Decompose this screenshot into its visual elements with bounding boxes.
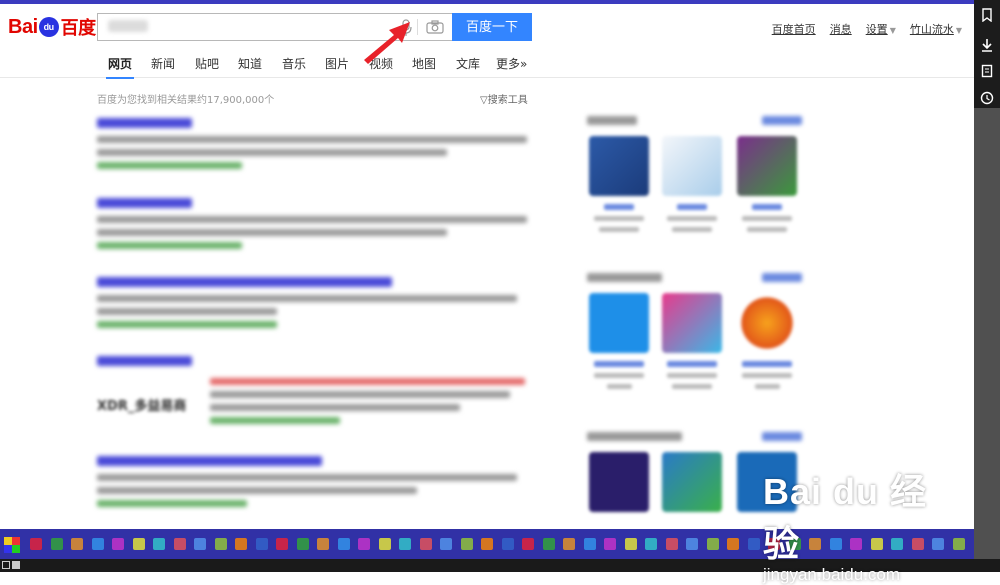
taskbar-app-icon[interactable] — [399, 538, 411, 550]
sidebar-card[interactable] — [662, 452, 722, 512]
tab-more[interactable]: 更多» — [496, 55, 527, 72]
taskbar-app-icon[interactable] — [952, 538, 965, 550]
taskbar-app-icon[interactable] — [173, 538, 186, 550]
filter-icon: ▽ — [480, 95, 488, 106]
taskbar-app-icon[interactable] — [563, 538, 575, 550]
taskbar-app-icon[interactable] — [419, 538, 432, 550]
taskbar-app-icon[interactable] — [440, 538, 452, 550]
baidu-jingyan-watermark: Bai du 经验 jingyan.baidu.com — [763, 463, 948, 585]
link-home[interactable]: 百度首页 — [772, 21, 816, 37]
taskbar-app-icon[interactable] — [337, 538, 350, 550]
baidu-logo[interactable]: Bai du 百度 — [8, 14, 96, 40]
taskbar-app-icon[interactable] — [235, 538, 247, 550]
watermark-logo: Bai du 经验 — [763, 471, 928, 564]
taskbar-app-icon[interactable] — [276, 538, 288, 550]
camera-icon[interactable] — [426, 20, 444, 34]
taskbar-app-icon[interactable] — [255, 538, 268, 550]
watermark-url: jingyan.baidu.com — [763, 565, 901, 584]
taskbar-app-icon[interactable] — [522, 538, 534, 550]
taskbar-app-icon[interactable] — [132, 538, 145, 550]
taskbar-app-icon[interactable] — [112, 538, 124, 550]
sidebar-card[interactable] — [662, 136, 722, 232]
bookmark-icon[interactable] — [980, 8, 994, 23]
tab-web[interactable]: 网页 — [105, 55, 135, 79]
settings-menu[interactable]: 设置 ▼ — [866, 21, 896, 37]
taskbar-app-icon[interactable] — [604, 538, 616, 550]
link-messages[interactable]: 消息 — [830, 21, 852, 37]
taskbar-app-icon[interactable] — [747, 538, 760, 550]
search-tools[interactable]: ▽搜索工具 — [480, 91, 528, 106]
sidebar-card[interactable] — [737, 136, 797, 232]
taskbar-app-icon[interactable] — [686, 538, 698, 550]
taskbar-app-icon[interactable] — [706, 538, 719, 550]
taskbar-app-icon[interactable] — [727, 538, 739, 550]
taskbar-app-icon[interactable] — [645, 538, 657, 550]
notes-icon[interactable] — [980, 64, 994, 78]
link-settings[interactable]: 设置 — [866, 23, 888, 36]
taskbar-app-icon[interactable] — [665, 538, 678, 550]
taskbar-app-icon[interactable] — [214, 538, 227, 550]
tab-tieba[interactable]: 贴吧 — [195, 55, 219, 72]
sidebar-card[interactable] — [737, 293, 797, 389]
tab-music[interactable]: 音乐 — [282, 55, 306, 72]
search-query-blurred — [108, 20, 148, 32]
window-mode-icon[interactable] — [12, 561, 20, 569]
sidebar-card[interactable] — [589, 293, 649, 389]
search-divider — [417, 19, 418, 35]
annotation-arrow-icon — [364, 22, 410, 64]
taskbar-app-icon[interactable] — [50, 538, 63, 550]
logo-text: Bai — [8, 15, 38, 38]
window-mode-icon[interactable] — [2, 561, 10, 569]
tab-wenku[interactable]: 文库 — [456, 55, 480, 72]
top-links: 百度首页 消息 设置 ▼ 竹山流水 ▼ — [772, 21, 962, 37]
sidebar-card[interactable] — [662, 293, 722, 389]
taskbar-app-icon[interactable] — [194, 538, 206, 550]
taskbar-app-icon[interactable] — [317, 538, 329, 550]
logo-cn-text: 百度 — [60, 18, 97, 38]
taskbar-app-icon[interactable] — [358, 538, 370, 550]
taskbar-app-icon[interactable] — [481, 538, 493, 550]
taskbar-app-icon[interactable] — [91, 538, 104, 550]
taskbar-app-icon[interactable] — [501, 538, 514, 550]
result-item[interactable] — [97, 356, 527, 374]
user-menu[interactable]: 竹山流水 ▼ — [910, 21, 962, 37]
tab-map[interactable]: 地图 — [412, 55, 436, 72]
search-button[interactable]: 百度一下 — [452, 13, 532, 41]
result-item[interactable] — [97, 456, 527, 507]
tab-news[interactable]: 新闻 — [151, 55, 175, 72]
result-item[interactable] — [97, 118, 527, 169]
right-toolbar — [974, 0, 1000, 572]
result-item[interactable] — [97, 277, 527, 328]
sidebar-card[interactable] — [589, 452, 649, 512]
taskbar-app-icon[interactable] — [542, 538, 555, 550]
right-toolbar-panel — [974, 108, 1000, 572]
logo-paw-icon: du — [38, 17, 59, 37]
search-tabs: 网页 新闻 贴吧 知道 音乐 图片 视频 地图 文库 更多» — [0, 48, 974, 79]
taskbar-app-icon[interactable] — [378, 538, 391, 550]
start-button-icon[interactable] — [4, 537, 20, 553]
result-item[interactable] — [97, 198, 527, 249]
result-thumbnail: XDR_多益易商 — [97, 399, 187, 414]
header: Bai du 百度 百度一下 百度首页 消息 设置 ▼ 竹山流水 ▼ — [0, 4, 974, 48]
taskbar-app-icon[interactable] — [30, 538, 42, 550]
search-tools-label: 搜索工具 — [487, 95, 528, 106]
taskbar-app-icon[interactable] — [460, 538, 473, 550]
sidebar-card[interactable] — [589, 136, 649, 232]
taskbar-app-icon[interactable] — [624, 538, 637, 550]
result-count: 百度为您找到相关结果约17,900,000个 — [97, 95, 275, 106]
taskbar-app-icon[interactable] — [296, 538, 309, 550]
chevron-down-icon: ▼ — [889, 26, 896, 35]
taskbar-app-icon[interactable] — [71, 538, 83, 550]
result-item-body — [210, 378, 525, 424]
chevron-down-icon: ▼ — [955, 26, 962, 35]
link-user[interactable]: 竹山流水 — [910, 23, 954, 36]
history-icon[interactable] — [980, 91, 994, 105]
tab-zhidao[interactable]: 知道 — [238, 55, 262, 72]
download-icon[interactable] — [980, 38, 994, 52]
taskbar-app-icon[interactable] — [153, 538, 165, 550]
tab-images[interactable]: 图片 — [325, 55, 349, 72]
taskbar-app-icon[interactable] — [583, 538, 596, 550]
